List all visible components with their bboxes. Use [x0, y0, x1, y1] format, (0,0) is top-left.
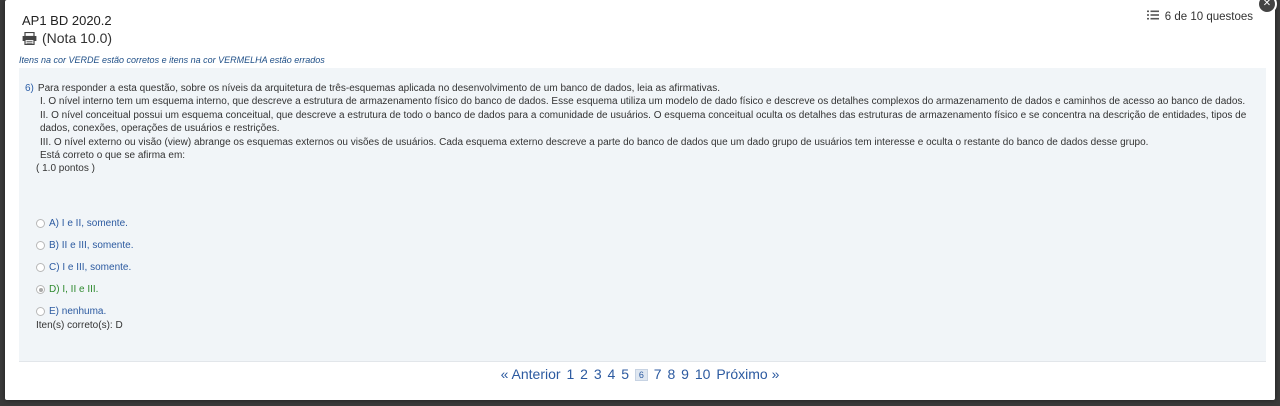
- grade-row: (Nota 10.0): [22, 30, 112, 46]
- page-link-1[interactable]: 1: [566, 366, 574, 382]
- radio-button[interactable]: [36, 307, 45, 316]
- option-a[interactable]: A) I e II, somente.: [36, 218, 128, 229]
- option-label: D) I, II e III.: [49, 284, 99, 295]
- close-icon[interactable]: ✕: [1257, 0, 1277, 14]
- previous-link[interactable]: « Anterior: [501, 366, 561, 382]
- radio-button-selected[interactable]: [36, 285, 45, 294]
- radio-button[interactable]: [36, 219, 45, 228]
- page-link-4[interactable]: 4: [608, 366, 616, 382]
- option-d[interactable]: D) I, II e III.: [36, 284, 98, 295]
- print-icon[interactable]: [22, 31, 37, 45]
- page-link-7[interactable]: 7: [654, 366, 662, 382]
- page-link-10[interactable]: 10: [695, 366, 711, 382]
- option-e[interactable]: E) nenhuma.: [36, 306, 106, 317]
- statement-1: I. O nível interno tem um esquema intern…: [40, 96, 1246, 108]
- pagination: « Anterior 1 2 3 4 5 6 7 8 9 10 Próximo …: [5, 366, 1275, 382]
- question-prompt: Está correto o que se afirma em:: [40, 150, 186, 162]
- option-label: A) I e II, somente.: [49, 218, 128, 229]
- question-text: 6) Para responder a esta questão, sobre o…: [25, 82, 1253, 176]
- grade-value: (Nota 10.0): [42, 30, 113, 46]
- next-link[interactable]: Próximo »: [716, 366, 779, 382]
- exam-title: AP1 BD 2020.2: [22, 13, 112, 28]
- correct-answer: Iten(s) correto(s): D: [36, 320, 123, 331]
- radio-button[interactable]: [36, 241, 45, 250]
- list-icon: [1146, 10, 1159, 23]
- option-c[interactable]: C) I e III, somente.: [36, 262, 131, 273]
- counter-text: 6 de 10 questoes: [1164, 10, 1253, 23]
- page-link-3[interactable]: 3: [594, 366, 602, 382]
- question-points: ( 1.0 pontos ): [36, 163, 95, 175]
- current-page: 6: [634, 369, 648, 382]
- question-counter: 6 de 10 questoes: [1146, 10, 1253, 23]
- page-link-8[interactable]: 8: [667, 366, 675, 382]
- radio-button[interactable]: [36, 263, 45, 272]
- option-label: E) nenhuma.: [49, 306, 107, 317]
- page-link-9[interactable]: 9: [681, 366, 689, 382]
- statement-3: III. O nível externo ou visão (view) abr…: [40, 136, 1149, 148]
- question-panel: 6) Para responder a esta questão, sobre o…: [19, 68, 1266, 362]
- page-link-2[interactable]: 2: [580, 366, 588, 382]
- statement-2: II. O nível conceitual possui um esquema…: [40, 109, 1247, 135]
- question-intro: Para responder a esta questão, sobre os …: [37, 83, 720, 94]
- question-number: 6): [25, 83, 34, 94]
- question-review-modal: ✕ AP1 BD 2020.2 (Nota 10.0) 6 de 10 ques…: [5, 0, 1277, 400]
- option-label: C) I e III, somente.: [49, 262, 132, 273]
- option-b[interactable]: B) II e III, somente.: [36, 240, 133, 251]
- option-label: B) II e III, somente.: [49, 240, 134, 251]
- page-link-5[interactable]: 5: [621, 366, 629, 382]
- color-legend: Itens na cor VERDE estão corretos e iten…: [19, 55, 325, 65]
